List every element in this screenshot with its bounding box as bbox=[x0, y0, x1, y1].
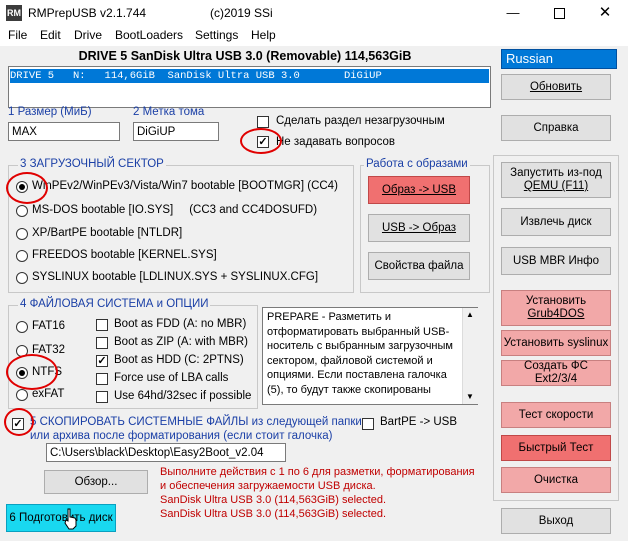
close-icon[interactable]: ✕ bbox=[582, 0, 628, 26]
status-line-2: и обеспечения загружаемости USB диска. bbox=[160, 480, 376, 492]
boot-label-syslinux: SYSLINUX bootable [LDLINUX.SYS + SYSLINU… bbox=[32, 271, 319, 283]
info-text-box[interactable]: PREPARE - Разметить и отформатировать вы… bbox=[262, 307, 478, 405]
status-line-1: Выполните действия с 1 по 6 для разметки… bbox=[160, 466, 475, 478]
minimize-icon[interactable]: — bbox=[490, 0, 536, 26]
qemu-label-2: QEMU (F11) bbox=[523, 180, 589, 192]
annotation-circle-noask bbox=[240, 128, 282, 154]
menu-drive[interactable]: Drive bbox=[74, 28, 102, 42]
boot-label-winpe: WinPEv2/WinPEv3/Vista/Win7 bootable [BOO… bbox=[32, 180, 338, 192]
volume-input[interactable]: DiGiUP bbox=[133, 122, 219, 141]
source-path-input[interactable]: C:\Users\black\Desktop\Easy2Boot_v2.04 bbox=[46, 443, 286, 462]
clean-button[interactable]: Очистка bbox=[501, 467, 611, 493]
drive-title: DRIVE 5 SanDisk Ultra USB 3.0 (Removable… bbox=[78, 49, 412, 63]
annotation-circle-ntfs bbox=[6, 354, 58, 390]
fs-check-zip-label: Boot as ZIP (A: with MBR) bbox=[114, 336, 248, 348]
grub4dos-button[interactable]: Установить Grub4DOS bbox=[501, 290, 611, 326]
boot-radio-syslinux[interactable] bbox=[16, 272, 28, 284]
help-button[interactable]: Справка bbox=[501, 115, 611, 141]
status-line-4: SanDisk Ultra USB 3.0 (114,563GiB) selec… bbox=[160, 508, 387, 520]
usb-to-image-button[interactable]: USB -> Образ bbox=[368, 214, 470, 242]
info-scrollbar[interactable]: ▲ ▼ bbox=[462, 308, 478, 404]
size-input[interactable]: MAX bbox=[8, 122, 120, 141]
refresh-button[interactable]: Обновить bbox=[501, 74, 611, 100]
menu-edit[interactable]: Edit bbox=[40, 28, 61, 42]
quick-test-button[interactable]: Быстрый Тест bbox=[501, 435, 611, 461]
browse-button[interactable]: Обзор... bbox=[44, 470, 148, 494]
speed-test-button[interactable]: Тест скорости bbox=[501, 402, 611, 428]
window-copyright: (c)2019 SSi bbox=[210, 6, 273, 20]
syslinux-button[interactable]: Установить syslinux bbox=[501, 330, 611, 356]
scroll-down-icon[interactable]: ▼ bbox=[466, 392, 474, 401]
window-title: RMPrepUSB v2.1.744 bbox=[28, 6, 147, 20]
boot-label-msdos: MS-DOS bootable [IO.SYS] (CC3 and CC4DOS… bbox=[32, 204, 318, 216]
fs-radio-exfat[interactable] bbox=[16, 389, 28, 401]
boot-sector-title: 3 ЗАГРУЗОЧНЫЙ СЕКТОР bbox=[18, 158, 166, 170]
fs-check-64hd-label: Use 64hd/32sec if possible bbox=[114, 390, 252, 402]
fs-label-exfat: exFAT bbox=[32, 388, 65, 400]
info-text: PREPARE - Разметить и отформатировать вы… bbox=[267, 311, 453, 396]
volume-label: 2 Метка тома bbox=[133, 106, 205, 118]
menu-file[interactable]: File bbox=[8, 28, 27, 42]
filesystem-title: 4 ФАЙЛОВАЯ СИСТЕМА и ОПЦИИ bbox=[18, 298, 211, 310]
boot-label-xp: XP/BartPE bootable [NTLDR] bbox=[32, 227, 183, 239]
menu-bar: File Edit Drive BootLoaders Settings Hel… bbox=[0, 26, 628, 46]
fs-check-fdd[interactable] bbox=[96, 319, 108, 331]
bartpe-checkbox[interactable] bbox=[362, 418, 374, 430]
qemu-button[interactable]: Запустить из-под QEMU (F11) bbox=[501, 162, 611, 198]
menu-help[interactable]: Help bbox=[251, 28, 276, 42]
nonboot-label: Сделать раздел незагрузочным bbox=[276, 115, 445, 127]
image-to-usb-label: Образ -> USB bbox=[381, 183, 457, 196]
menu-settings[interactable]: Settings bbox=[195, 28, 238, 42]
file-properties-button[interactable]: Свойства файла bbox=[368, 252, 470, 280]
images-title: Работа с образами bbox=[364, 158, 470, 170]
fs-label-fat16: FAT16 bbox=[32, 320, 66, 332]
ext-fs-button[interactable]: Создать ФС Ext2/3/4 bbox=[501, 360, 611, 386]
boot-radio-msdos[interactable] bbox=[16, 205, 28, 217]
drive-row-selected[interactable]: DRIVE 5 N: 114,6GiB SanDisk Ultra USB 3.… bbox=[10, 69, 489, 83]
title-bar[interactable]: RM RMPrepUSB v2.1.744 (c)2019 SSi — ✕ bbox=[0, 0, 628, 26]
refresh-label: Обновить bbox=[529, 80, 583, 93]
rmprepusb-window: RM RMPrepUSB v2.1.744 (c)2019 SSi — ✕ Fi… bbox=[0, 0, 628, 541]
noask-label: Не задавать вопросов bbox=[276, 136, 396, 148]
annotation-circle-winpe bbox=[6, 172, 48, 204]
mbr-info-button[interactable]: USB MBR Инфо bbox=[501, 247, 611, 275]
fs-check-lba[interactable] bbox=[96, 373, 108, 385]
size-label: 1 Размер (МиБ) bbox=[8, 106, 92, 118]
fs-check-hdd-label: Boot as HDD (C: 2PTNS) bbox=[114, 354, 244, 366]
nonboot-checkbox[interactable] bbox=[257, 116, 269, 128]
mouse-cursor-icon bbox=[64, 508, 77, 530]
copy-files-label-line2: или архива после форматирования (если ст… bbox=[30, 430, 333, 442]
scroll-up-icon[interactable]: ▲ bbox=[466, 310, 474, 319]
fs-check-zip[interactable] bbox=[96, 337, 108, 349]
fs-check-64hd[interactable] bbox=[96, 391, 108, 403]
fs-check-lba-label: Force use of LBA calls bbox=[114, 372, 229, 384]
exit-button[interactable]: Выход bbox=[501, 508, 611, 534]
menu-bootloaders[interactable]: BootLoaders bbox=[115, 28, 183, 42]
grub4dos-label-1: Установить bbox=[525, 295, 587, 307]
boot-radio-freedos[interactable] bbox=[16, 250, 28, 262]
fs-check-fdd-label: Boot as FDD (A: no MBR) bbox=[114, 318, 247, 330]
fs-check-hdd[interactable]: ✓ bbox=[96, 355, 108, 367]
bartpe-label: BartPE -> USB bbox=[380, 416, 458, 428]
maximize-icon[interactable] bbox=[536, 0, 582, 26]
boot-label-freedos: FREEDOS bootable [KERNEL.SYS] bbox=[32, 249, 217, 261]
prepare-drive-button[interactable]: 6 Подготовить диск bbox=[6, 504, 116, 532]
drive-list[interactable]: DRIVE 5 N: 114,6GiB SanDisk Ultra USB 3.… bbox=[8, 66, 491, 108]
eject-button[interactable]: Извлечь диск bbox=[501, 208, 611, 236]
annotation-circle-copy bbox=[4, 408, 34, 436]
image-to-usb-button[interactable]: Образ -> USB bbox=[368, 176, 470, 204]
qemu-label-1: Запустить из-под bbox=[510, 167, 602, 179]
usb-to-image-label: USB -> Образ bbox=[381, 221, 457, 234]
app-icon: RM bbox=[6, 5, 22, 21]
grub4dos-label-2: Grub4DOS bbox=[527, 308, 585, 320]
fs-radio-fat16[interactable] bbox=[16, 321, 28, 333]
language-select[interactable]: Russian bbox=[501, 49, 617, 69]
copy-files-label-line1: 5 СКОПИРОВАТЬ СИСТЕМНЫЕ ФАЙЛЫ из следующ… bbox=[30, 416, 362, 428]
status-line-3: SanDisk Ultra USB 3.0 (114,563GiB) selec… bbox=[160, 494, 387, 506]
boot-radio-xp[interactable] bbox=[16, 228, 28, 240]
